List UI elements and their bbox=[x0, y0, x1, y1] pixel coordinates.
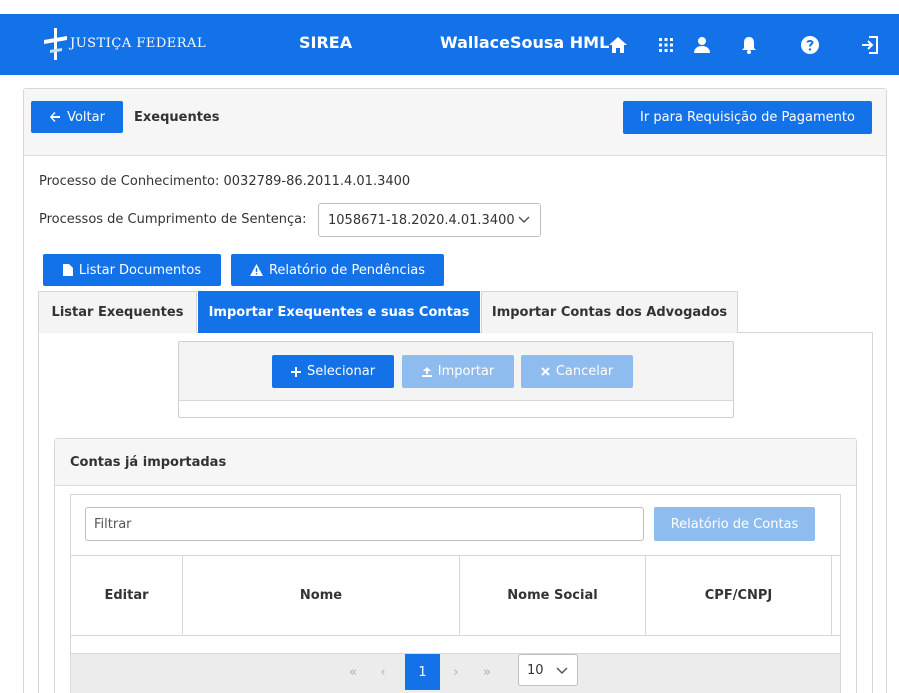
accounts-report-label: Relatório de Contas bbox=[670, 516, 799, 532]
last-page-button[interactable]: » bbox=[473, 654, 501, 690]
top-navbar: JUSTIÇA FEDERAL SIREA WallaceSousa HML bbox=[0, 14, 899, 75]
select-file-button[interactable]: Selecionar bbox=[272, 355, 394, 388]
back-button[interactable]: Voltar bbox=[31, 101, 123, 133]
help-question-icon[interactable] bbox=[800, 35, 820, 55]
justica-federal-logo[interactable]: JUSTIÇA FEDERAL bbox=[44, 26, 224, 62]
notifications-bell-icon[interactable] bbox=[739, 35, 759, 55]
filter-input[interactable] bbox=[85, 507, 644, 541]
tab-label: Listar Exequentes bbox=[51, 305, 184, 320]
import-button[interactable]: Importar bbox=[402, 355, 514, 388]
column-header-editar[interactable]: Editar bbox=[71, 556, 183, 635]
pagination-bar: « ‹ 1 › » 10 bbox=[71, 653, 840, 693]
back-button-label: Voltar bbox=[67, 109, 105, 125]
app-name: SIREA bbox=[299, 33, 353, 52]
sentence-process-select[interactable]: 1058671-18.2020.4.01.3400 bbox=[318, 203, 541, 237]
imported-accounts-title: Contas já importadas bbox=[70, 455, 227, 470]
sentence-process-label: Processos de Cumprimento de Sentença: bbox=[39, 212, 307, 227]
tab-label: Importar Contas dos Advogados bbox=[491, 305, 728, 320]
logo-text: JUSTIÇA FEDERAL bbox=[70, 36, 207, 51]
user-name: WallaceSousa HML bbox=[440, 33, 610, 52]
column-header-nome[interactable]: Nome bbox=[183, 556, 460, 635]
knowledge-process-text: Processo de Conhecimento: 0032789-86.201… bbox=[39, 174, 411, 189]
next-page-button[interactable]: › bbox=[442, 654, 470, 690]
plus-icon bbox=[290, 366, 301, 377]
page-size-select[interactable]: 10 bbox=[518, 654, 578, 686]
chevron-down-icon bbox=[518, 216, 530, 224]
import-label: Importar bbox=[437, 364, 495, 379]
column-header-nome-social[interactable]: Nome Social bbox=[460, 556, 646, 635]
user-profile-icon[interactable] bbox=[692, 35, 712, 55]
accounts-report-button[interactable]: Relatório de Contas bbox=[654, 507, 815, 541]
logo-emblem-icon bbox=[44, 28, 67, 60]
column-header-cpf-cnpj[interactable]: CPF/CNPJ bbox=[646, 556, 832, 635]
page-size-value: 10 bbox=[527, 662, 544, 678]
cancel-label: Cancelar bbox=[555, 364, 614, 379]
cancel-button[interactable]: Cancelar bbox=[521, 355, 633, 388]
table-header-row: Editar Nome Nome Social CPF/CNPJ bbox=[71, 555, 840, 636]
prev-page-button[interactable]: ‹ bbox=[369, 654, 397, 690]
arrow-left-icon bbox=[49, 112, 61, 122]
document-icon bbox=[62, 264, 73, 276]
upload-icon bbox=[421, 366, 432, 377]
pending-report-button[interactable]: Relatório de Pendências bbox=[231, 254, 444, 286]
tab-importar-contas-advogados[interactable]: Importar Contas dos Advogados bbox=[481, 291, 738, 333]
warning-triangle-icon bbox=[249, 264, 263, 276]
sentence-process-value: 1058671-18.2020.4.01.3400 bbox=[328, 212, 515, 228]
tab-label: Importar Exequentes e suas Contas bbox=[208, 305, 470, 320]
select-file-label: Selecionar bbox=[306, 364, 376, 379]
list-documents-button[interactable]: Listar Documentos bbox=[43, 254, 221, 286]
payment-request-button[interactable]: Ir para Requisição de Pagamento bbox=[623, 101, 872, 134]
tab-importar-exequentes[interactable]: Importar Exequentes e suas Contas bbox=[198, 291, 480, 333]
tab-listar-exequentes[interactable]: Listar Exequentes bbox=[38, 291, 197, 333]
current-page-button[interactable]: 1 bbox=[405, 654, 440, 690]
list-documents-label: Listar Documentos bbox=[78, 262, 202, 278]
home-icon[interactable] bbox=[608, 35, 628, 55]
chevron-down-icon bbox=[556, 667, 568, 675]
pending-report-label: Relatório de Pendências bbox=[268, 262, 426, 278]
page-title: Exequentes bbox=[134, 110, 220, 125]
first-page-button[interactable]: « bbox=[339, 654, 367, 690]
close-icon bbox=[541, 367, 550, 376]
payment-request-label: Ir para Requisição de Pagamento bbox=[640, 110, 855, 125]
apps-grid-icon[interactable] bbox=[656, 35, 676, 55]
logout-icon[interactable] bbox=[860, 35, 880, 55]
